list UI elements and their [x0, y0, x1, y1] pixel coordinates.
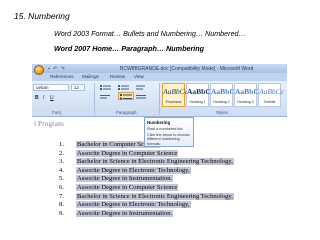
list-item[interactable]: 2. Associte Degree in Computer Science: [54, 149, 264, 159]
office-button[interactable]: [34, 65, 44, 75]
list-item[interactable]: 3. Bachelor in Science in Electronic Engi…: [54, 158, 264, 167]
list-number: 4.: [59, 166, 64, 174]
list-item[interactable]: 7. Bachelor in Science in Electronic Engi…: [54, 192, 264, 202]
list-text: Associte Degree in Electronic Technology…: [76, 166, 191, 174]
style-sample: AaBbCcI: [163, 87, 191, 96]
style-sample: AaBbC: [211, 87, 235, 96]
style-emphasis[interactable]: AaBbCcI Emphasis: [162, 83, 191, 107]
tab-references[interactable]: References: [50, 74, 74, 79]
tab-review[interactable]: Review: [110, 74, 125, 79]
style-subtitle[interactable]: AaBbCc Subtitle: [258, 83, 284, 107]
slide-title: 15. Numbering: [14, 11, 70, 21]
tooltip-description: Start a numbered list.: [147, 126, 184, 131]
list-item[interactable]: 5. Associte Degree in Instrumentation.: [54, 175, 264, 184]
list-text: Bachelor in Science in Electronic Engine…: [76, 158, 234, 166]
numbered-list-icon: [120, 94, 132, 100]
list-item[interactable]: 9. Associte Degree in Instrumentation.: [54, 209, 264, 219]
style-name: Heading 3: [237, 100, 254, 104]
font-name-box[interactable]: ueban: [33, 84, 69, 91]
style-heading-3[interactable]: AaBbCc Heading 3: [234, 83, 263, 107]
style-name: Heading 2: [213, 100, 230, 104]
window-title: BCW8BGRANDE.doc [Compatibility Mode] - M…: [120, 65, 254, 72]
group-divider: [94, 83, 95, 115]
style-name: Emphasis: [165, 100, 182, 104]
word-screenshot: ▪ ↶ ↷ BCW8BGRANDE.doc [Compatibility Mod…: [32, 64, 287, 223]
list-number: 2.: [59, 149, 64, 157]
list-item[interactable]: 6. Associte Degree in Computer Science: [54, 183, 264, 193]
group-divider: [159, 83, 160, 115]
numbering-button[interactable]: [118, 92, 134, 100]
list-number: 6.: [59, 183, 64, 191]
list-item[interactable]: 8. Associte Degree in Electronic Technolo…: [54, 201, 264, 210]
list-text: Associte Degree in Instrumentation.: [76, 175, 174, 183]
instruction-word-2007: Word 2007 Home… Paragraph… Numbering: [54, 44, 205, 53]
underline-button[interactable]: U: [50, 95, 54, 101]
numbered-list: 1. Bachelor in Computer Science, 2. Associ…: [54, 141, 264, 218]
tooltip-hint: Click the arrow to choose different numb…: [147, 132, 190, 146]
tooltip-title: Numbering: [147, 120, 171, 125]
group-styles-label: Styles: [216, 110, 228, 115]
list-number: 7.: [59, 192, 64, 200]
list-item[interactable]: 4. Associte Degree in Electronic Technolo…: [54, 166, 264, 176]
list-text: Associte Degree in Electronic Technology…: [76, 201, 191, 209]
style-sample: AaBbCc: [235, 87, 263, 96]
window-titlebar: ▪ ↶ ↷ BCW8BGRANDE.doc [Compatibility Mod…: [32, 64, 287, 75]
list-number: 3.: [59, 158, 64, 166]
style-heading-1[interactable]: AaBbC Heading 1: [186, 83, 211, 107]
style-name: Subtitle: [263, 100, 276, 104]
quick-access-toolbar[interactable]: ▪ ↶ ↷: [48, 66, 66, 72]
style-sample: AaBbCc: [259, 87, 284, 96]
list-number: 1.: [59, 141, 64, 148]
list-text: Associte Degree in Computer Science: [76, 183, 179, 191]
bold-button[interactable]: B: [35, 95, 39, 101]
list-text: Associte Degree in Instrumentation.: [76, 209, 174, 217]
tab-mailings[interactable]: Mailings: [82, 74, 99, 79]
style-sample: AaBbC: [187, 87, 211, 96]
styles-gallery: AaBbCcI Emphasis AaBbC Heading 1 AaBbC H…: [162, 83, 284, 109]
ribbon-tabs: References Mailings Review View: [32, 73, 287, 81]
list-number: 8.: [59, 201, 64, 209]
tab-view[interactable]: View: [134, 74, 144, 79]
style-heading-2[interactable]: AaBbC Heading 2: [210, 83, 235, 107]
instruction-word-2003: Word 2003 Format… Bullets and Numbering……: [54, 29, 246, 38]
numbering-tooltip: Numbering Start a numbered list. Click t…: [144, 117, 194, 147]
italic-button[interactable]: I: [43, 95, 44, 101]
style-name: Heading 1: [189, 100, 206, 104]
list-number: 9.: [59, 209, 64, 217]
group-font-label: Font: [52, 110, 61, 115]
list-number: 5.: [59, 175, 64, 183]
document-heading: l Program: [34, 119, 64, 128]
font-size-box[interactable]: 12: [71, 84, 85, 91]
list-text: Associte Degree in Computer Science: [76, 149, 179, 157]
ribbon: ueban 12 B I U Font Paragraph AaBbCcI Em…: [32, 81, 287, 117]
list-text: Bachelor in Science in Electronic Engine…: [76, 192, 234, 200]
group-paragraph-label: Paragraph: [116, 110, 137, 115]
